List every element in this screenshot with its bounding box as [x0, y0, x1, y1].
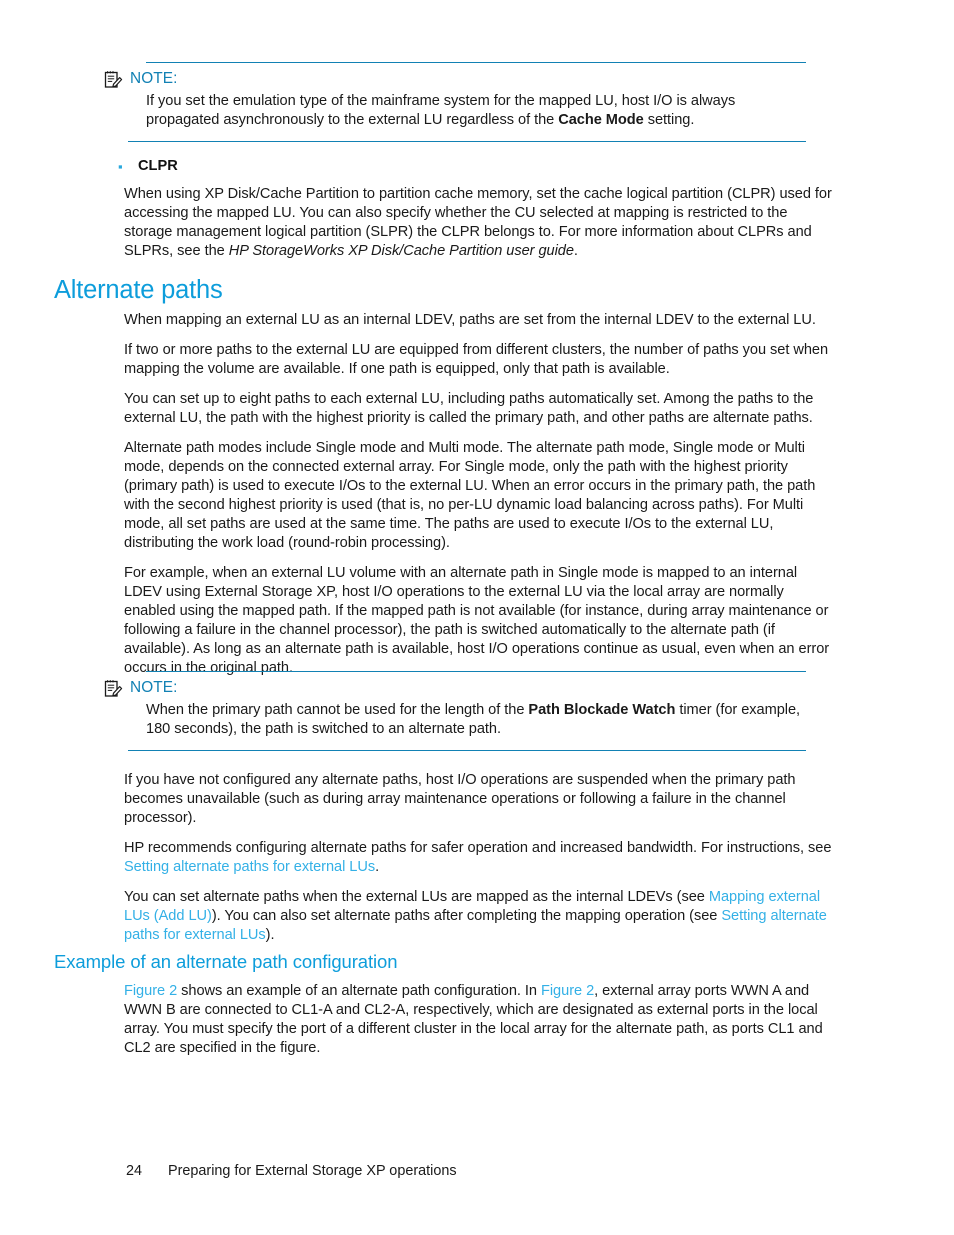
clpr-italic-title: HP StorageWorks XP Disk/Cache Partition … [228, 242, 574, 259]
paragraph-hp-recommends: HP recommends configuring alternate path… [124, 839, 836, 877]
link-figure-2-first[interactable]: Figure 2 [124, 983, 177, 999]
note-label: NOTE: [130, 679, 178, 696]
recommend-text-part1: HP recommends configuring alternate path… [124, 839, 832, 856]
note-text-part1: When the primary path cannot be used for… [146, 702, 529, 718]
note-bold-term: Cache Mode [558, 111, 644, 128]
clpr-description: When using XP Disk/Cache Partition to pa… [124, 185, 836, 272]
paragraph-3: You can set up to eight paths to each ex… [124, 390, 814, 426]
note-bold-term: Path Blockade Watch [528, 702, 676, 718]
clpr-text-part2: . [573, 242, 578, 259]
section-heading-example: Example of an alternate path configurati… [54, 951, 398, 972]
after-note-body: If you have not configured any alternate… [124, 771, 836, 956]
document-page: NOTE: If you set the emulation type of t… [0, 0, 954, 1235]
bullet-dot-icon: ▪ [118, 159, 123, 174]
alternate-paths-body: When mapping an external LU as an intern… [124, 311, 836, 688]
bullet-label-clpr: CLPR [138, 158, 178, 174]
note-memo-icon [104, 679, 123, 698]
recommend-text-part2: . [375, 858, 380, 875]
page-heading-alternate-paths: Alternate paths [54, 276, 223, 304]
note-body: If you set the emulation type of the mai… [146, 92, 806, 130]
footer-chapter-title: Preparing for External Storage XP operat… [168, 1163, 457, 1179]
paragraph-set-alternate-paths: You can set alternate paths when the ext… [124, 888, 836, 945]
set-text-part3: ). [265, 926, 275, 943]
footer-page-number: 24 [126, 1163, 143, 1179]
paragraph-suspended-io: If you have not configured any alternate… [124, 772, 796, 826]
note-callout-top: NOTE: If you set the emulation type of t… [104, 62, 806, 142]
link-figure-2-second[interactable]: Figure 2 [541, 983, 594, 999]
note-bottom-rule [128, 749, 806, 751]
paragraph-figure-description: Figure 2 shows an example of an alternat… [124, 982, 836, 1058]
example-text-part1: shows an example of an alternate path co… [177, 983, 541, 999]
note-header: NOTE: [104, 677, 806, 699]
note-text-part2: setting. [643, 111, 695, 128]
note-callout-bottom: NOTE: When the primary path cannot be us… [104, 671, 806, 751]
note-label: NOTE: [130, 70, 178, 87]
set-text-part1: You can set alternate paths when the ext… [124, 888, 709, 905]
paragraph-4: Alternate path modes include Single mode… [124, 439, 816, 551]
note-body: When the primary path cannot be used for… [146, 701, 806, 739]
set-text-part2: ). You can also set alternate paths afte… [211, 907, 722, 924]
paragraph-2: If two or more paths to the external LU … [124, 341, 829, 377]
paragraph-1: When mapping an external LU as an intern… [124, 312, 816, 328]
note-bottom-rule [128, 140, 806, 142]
note-header: NOTE: [104, 68, 806, 90]
paragraph-5: For example, when an external LU volume … [124, 564, 830, 676]
clpr-paragraph: When using XP Disk/Cache Partition to pa… [124, 185, 836, 261]
note-top-rule [146, 671, 806, 672]
example-body: Figure 2 shows an example of an alternat… [124, 982, 836, 1069]
link-setting-alternate-paths[interactable]: Setting alternate paths for external LUs [124, 859, 375, 875]
bullet-item-clpr: ▪ CLPR [118, 158, 838, 176]
page-footer: 24 Preparing for External Storage XP ope… [126, 1163, 457, 1179]
note-memo-icon [104, 70, 123, 89]
note-top-rule [146, 62, 806, 63]
